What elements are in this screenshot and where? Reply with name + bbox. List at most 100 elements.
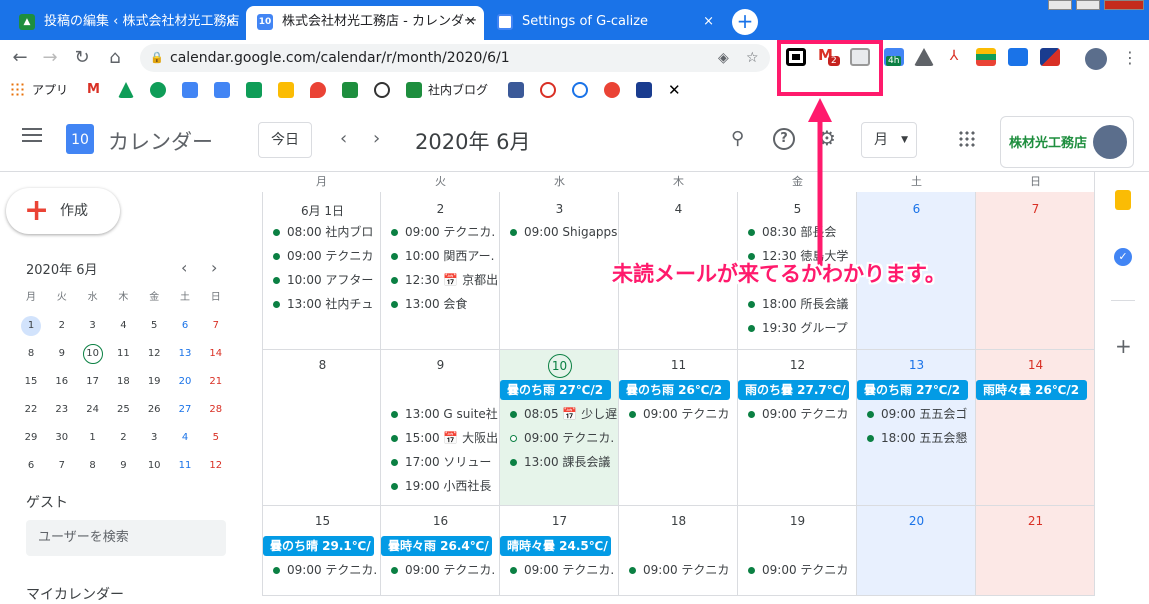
profile-avatar[interactable] [1085, 48, 1107, 70]
gmail-bookmark-icon[interactable]: M [87, 82, 103, 98]
event-item[interactable]: 19:00 小西社長 [381, 476, 498, 496]
s-bookmark-icon[interactable] [540, 82, 556, 98]
day-number[interactable]: 11 [619, 358, 737, 372]
mini-day[interactable]: 2 [113, 428, 133, 448]
day-cell[interactable]: 11 曇のち雨 26℃/2 09:00 テクニカ [619, 350, 738, 506]
day-cell[interactable]: 20 [857, 506, 976, 596]
day-number[interactable]: 4 [619, 202, 737, 216]
event-item[interactable]: 17:00 ソリュー [381, 452, 498, 472]
event-item[interactable]: 13:00 G suite社 [381, 404, 498, 424]
main-menu-icon[interactable] [22, 128, 42, 142]
address-bar[interactable]: 🔒 calendar.google.com/calendar/r/month/2… [140, 44, 770, 72]
event-item[interactable]: 13:00 課長会議 [500, 452, 617, 472]
mini-day[interactable]: 1 [21, 316, 41, 336]
user-search-input[interactable]: ユーザーを検索 [26, 520, 226, 556]
event-item[interactable]: 09:00 テクニカ [619, 560, 736, 580]
day-number[interactable]: 5 [738, 202, 856, 216]
mini-day[interactable]: 27 [175, 400, 195, 420]
mini-day[interactable]: 29 [21, 428, 41, 448]
event-item[interactable]: 09:00 テクニカ [619, 404, 736, 424]
settings-gear-icon[interactable]: ⚙ [818, 126, 836, 150]
close-icon[interactable]: × [703, 6, 714, 38]
day-cell[interactable]: 14 雨時々曇 26℃/2 [976, 350, 1095, 506]
create-button[interactable]: + 作成 [6, 188, 120, 234]
day-number[interactable]: 10 [547, 354, 572, 378]
day-number[interactable]: 2 [381, 202, 499, 216]
day-number[interactable]: 8 [263, 358, 380, 372]
event-item[interactable]: 13:00 社内チュ [263, 294, 380, 314]
mini-day[interactable]: 11 [113, 344, 133, 364]
blog-label[interactable]: 社内ブログ [428, 81, 488, 98]
day-cell[interactable]: 2 09:00 テクニカ. 10:00 関西アー. 12:30 📅 京都出 13:00 … [381, 192, 500, 350]
company-bookmark-icon[interactable] [342, 82, 358, 98]
day-number[interactable]: 12 [738, 358, 856, 372]
day-cell[interactable]: 6月 1日 08:00 社内ブロ 09:00 テクニカ 10:00 アフター 13:00… [262, 192, 381, 350]
eye-icon[interactable]: ◈ [718, 44, 729, 72]
mini-day[interactable]: 4 [175, 428, 195, 448]
day-number[interactable]: 6月 1日 [263, 202, 380, 219]
x-bookmark-icon[interactable]: ✕ [668, 82, 684, 98]
day-number[interactable]: 7 [976, 202, 1094, 216]
mini-day[interactable]: 7 [206, 316, 226, 336]
mini-day[interactable]: 21 [206, 372, 226, 392]
event-item[interactable]: 09:00 テクニカ [738, 404, 855, 424]
weather-chip[interactable]: 曇のち雨 27℃/2 [857, 380, 968, 400]
mini-day[interactable]: 3 [83, 316, 103, 336]
event-item[interactable]: 08:30 部長会 [738, 222, 855, 242]
mini-day[interactable]: 28 [206, 400, 226, 420]
help-icon[interactable]: ? [773, 128, 795, 150]
link-bookmark-icon[interactable] [572, 82, 588, 98]
event-item[interactable]: 09:00 テクニカ. [500, 428, 617, 448]
mini-day[interactable]: 12 [206, 456, 226, 476]
mini-day[interactable]: 6 [175, 316, 195, 336]
menu-dots-icon[interactable]: ⋮ [1122, 48, 1138, 67]
weather-chip[interactable]: 曇のち雨 27℃/2 [500, 380, 611, 400]
day-cell[interactable]: 13 曇のち雨 27℃/2 09:00 五五会ゴ 18:00 五五会懇 [857, 350, 976, 506]
tab-wordpress[interactable]: ▲ 投稿の編集 ‹ 株式会社材光工務店 × [8, 6, 244, 40]
event-item[interactable]: 19:30 グループ [738, 318, 855, 338]
day-cell[interactable]: 19 09:00 テクニカ [738, 506, 857, 596]
day-cell[interactable]: 18 09:00 テクニカ [619, 506, 738, 596]
account-box[interactable]: 株材光工務店 [1000, 116, 1134, 168]
day-number[interactable]: 3 [500, 202, 618, 216]
close-window-button[interactable] [1104, 0, 1144, 10]
mini-day[interactable]: 8 [83, 456, 103, 476]
event-item[interactable]: 08:05 📅 少し遅 [500, 404, 617, 424]
forward-icon[interactable]: → [38, 46, 62, 70]
day-number[interactable]: 17 [500, 514, 618, 528]
mini-day[interactable]: 17 [83, 372, 103, 392]
mini-day[interactable]: 18 [113, 372, 133, 392]
prev-month-icon[interactable]: ‹ [340, 128, 347, 149]
mini-day[interactable]: 8 [21, 344, 41, 364]
new-tab-button[interactable]: + [732, 9, 758, 35]
day-cell[interactable]: 10 曇のち雨 27℃/2 08:05 📅 少し遅 09:00 テクニカ. 13:00 … [500, 350, 619, 506]
tool-bookmark-icon[interactable] [636, 82, 652, 98]
event-item[interactable]: 10:00 アフター [263, 270, 380, 290]
mini-prev-icon[interactable]: ‹ [181, 258, 187, 277]
my-calendars-title[interactable]: マイカレンダー [26, 584, 124, 604]
info-bookmark-icon[interactable] [374, 82, 390, 98]
sheets-bookmark-icon[interactable] [246, 82, 262, 98]
map-pin-bookmark-icon[interactable] [150, 82, 166, 98]
day-number[interactable]: 16 [381, 514, 499, 528]
day-number[interactable]: 18 [619, 514, 737, 528]
mini-day[interactable]: 1 [83, 428, 103, 448]
weather-chip[interactable]: 雨のち曇 27.7℃/ [738, 380, 849, 400]
event-item[interactable]: 18:00 所長会議 [738, 294, 855, 314]
mini-day[interactable]: 22 [21, 400, 41, 420]
mini-day[interactable]: 6 [21, 456, 41, 476]
search-icon[interactable]: ⚲ [731, 128, 744, 149]
event-item[interactable]: 15:00 📅 大阪出 [381, 428, 498, 448]
mini-day[interactable]: 7 [52, 456, 72, 476]
mini-day[interactable]: 5 [144, 316, 164, 336]
day-cell[interactable]: 7 [976, 192, 1095, 350]
day-number[interactable]: 6 [857, 202, 975, 216]
event-item[interactable]: 09:00 テクニカ. [381, 222, 498, 242]
weather-chip[interactable]: 曇時々雨 26.4℃/ [381, 536, 492, 556]
mini-day[interactable]: 10 [144, 456, 164, 476]
weather-chip[interactable]: 曇のち晴 29.1℃/ [263, 536, 374, 556]
docs-bookmark-icon[interactable] [214, 82, 230, 98]
add-addon-icon[interactable]: + [1115, 334, 1132, 358]
day-number[interactable]: 21 [976, 514, 1094, 528]
view-selector[interactable]: 月 ▼ [861, 122, 917, 158]
